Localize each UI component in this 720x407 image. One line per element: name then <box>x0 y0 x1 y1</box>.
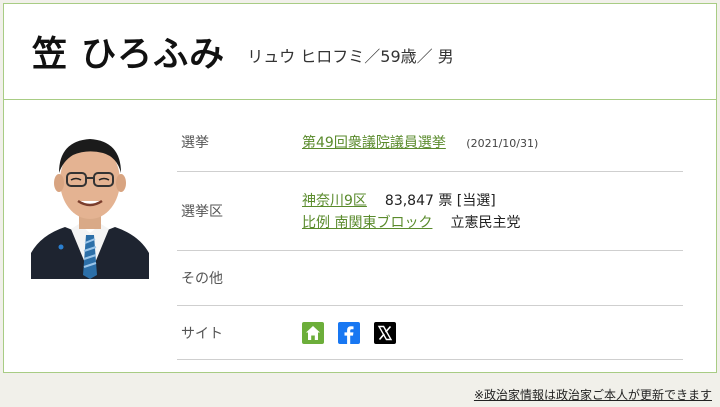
home-icon[interactable] <box>302 321 324 344</box>
candidate-name: 笠 ひろふみ <box>32 35 226 75</box>
label-election: 選挙 <box>181 135 209 151</box>
facebook-icon[interactable] <box>338 321 360 344</box>
candidate-photo <box>31 125 149 279</box>
district-votes: 83,847 票 [当選] <box>384 193 496 209</box>
election-date: (2021/10/31) <box>466 137 539 150</box>
label-district: 選挙区 <box>181 204 223 220</box>
election-link[interactable]: 第49回衆議院議員選挙 <box>302 135 446 151</box>
row-district: 選挙区 神奈川9区 83,847 票 [当選] 比例 南関東ブロック 立憲民主党 <box>177 172 683 251</box>
x-icon[interactable] <box>374 321 396 344</box>
profile-card: 笠 ひろふみ リュウ ヒロフミ／59歳／ 男 選挙 第49回衆議院議員選挙 (2… <box>3 3 717 373</box>
party-name: 立憲民主党 <box>450 215 521 231</box>
update-info-link[interactable]: ※政治家情報は政治家ご本人が更新できます <box>474 386 712 403</box>
pr-block-link[interactable]: 比例 南関東ブロック <box>302 212 432 232</box>
label-site: サイト <box>181 325 223 342</box>
label-other: その他 <box>181 271 223 287</box>
row-election: 選挙 第49回衆議院議員選挙 (2021/10/31) <box>177 113 683 172</box>
district-link[interactable]: 神奈川9区 <box>302 190 367 210</box>
candidate-reading-age-gender: リュウ ヒロフミ／59歳／ 男 <box>247 46 454 66</box>
details-table: 選挙 第49回衆議院議員選挙 (2021/10/31) 選挙区 神奈川9区 83… <box>177 113 683 360</box>
row-site: サイト <box>177 306 683 360</box>
row-other: その他 <box>177 251 683 306</box>
profile-header: 笠 ひろふみ リュウ ヒロフミ／59歳／ 男 <box>4 4 716 100</box>
